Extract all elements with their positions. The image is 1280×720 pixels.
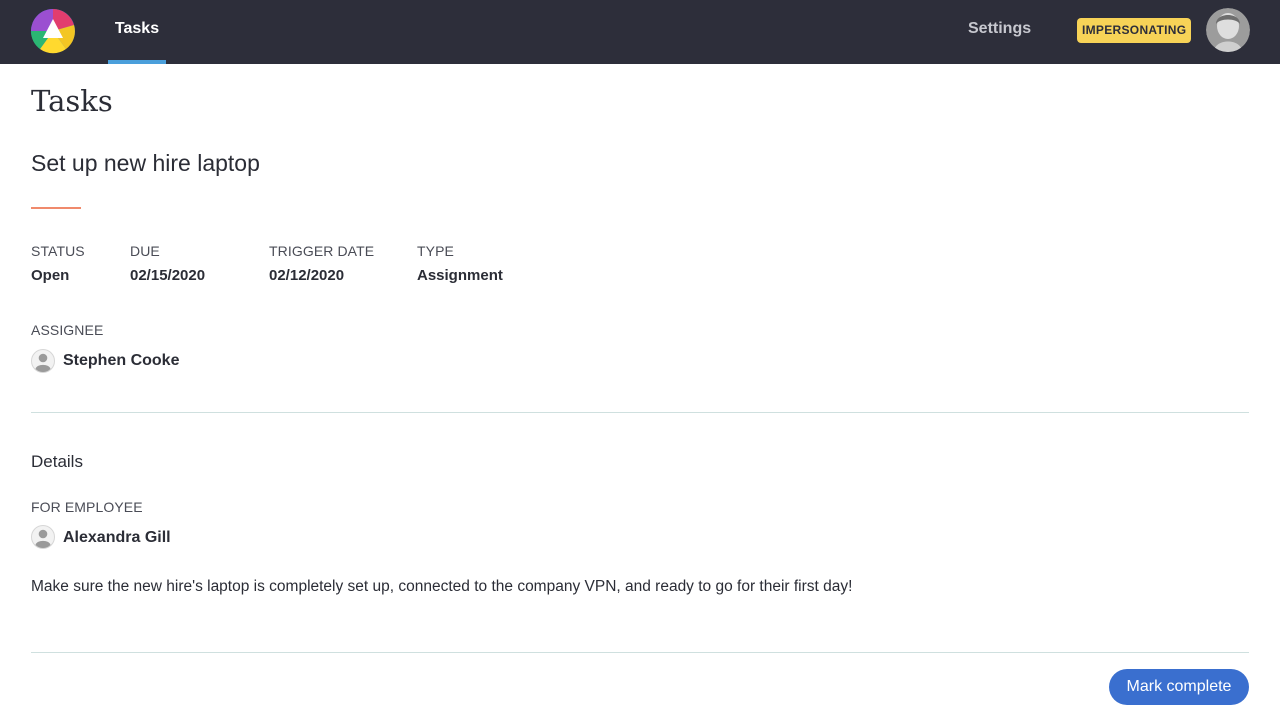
active-tab-indicator [108,60,166,64]
type-value: Assignment [417,267,503,284]
status-value: Open [31,267,70,284]
mark-complete-button[interactable]: Mark complete [1109,669,1249,705]
due-value: 02/15/2020 [130,267,206,284]
for-employee-label: FOR EMPLOYEE [31,499,143,515]
tab-tasks-label: Tasks [114,20,160,37]
title-accent-rule [31,207,81,209]
tab-tasks[interactable]: Tasks [108,0,166,64]
person-icon [31,525,55,549]
trigger-date-value: 02/12/2020 [269,267,345,284]
user-avatar[interactable] [1206,8,1250,52]
type-label: TYPE [417,243,454,259]
details-section-title: Details [31,452,83,471]
employee-name[interactable]: Alexandra Gill [63,529,171,547]
task-description: Make sure the new hire's laptop is compl… [31,578,853,595]
task-title: Set up new hire laptop [31,150,260,176]
page-title: Tasks [31,84,113,118]
assignee-label: ASSIGNEE [31,322,104,338]
section-divider [31,412,1249,413]
trigger-date-label: TRIGGER DATE [269,243,375,259]
impersonating-badge: IMPERSONATING [1077,18,1192,43]
settings-link[interactable]: Settings [968,20,1031,38]
person-icon [31,349,55,373]
assignee-name[interactable]: Stephen Cooke [63,352,179,370]
multicolor-logo-icon[interactable] [30,8,76,54]
due-label: DUE [130,243,160,259]
top-nav-bar: Tasks Settings IMPERSONATING [0,0,1280,64]
footer-divider [31,652,1249,653]
status-label: STATUS [31,243,85,259]
